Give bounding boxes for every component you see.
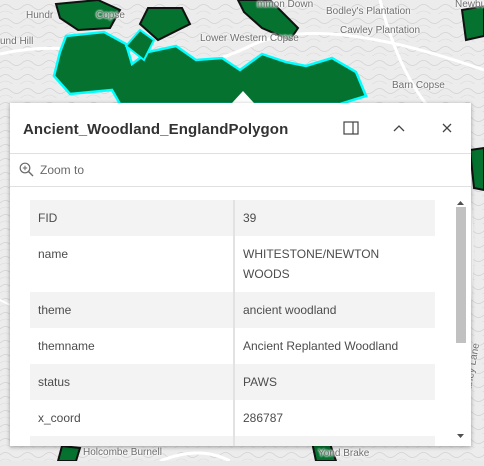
field-name: FID bbox=[30, 200, 235, 236]
table-row: y_coord 95653 bbox=[30, 436, 435, 446]
zoom-to-button[interactable]: Zoom to bbox=[19, 162, 84, 177]
field-name: theme bbox=[30, 292, 235, 328]
field-value: 286787 bbox=[243, 411, 284, 425]
map-label-bodleys-plantation: Bodley's Plantation bbox=[326, 6, 411, 17]
table-row: themname Ancient Replanted Woodland bbox=[30, 328, 435, 364]
field-name: x_coord bbox=[30, 400, 235, 436]
feature-popup: Ancient_Woodland_EnglandPolygon Zoom to … bbox=[10, 103, 471, 446]
popup-title: Ancient_Woodland_EnglandPolygon bbox=[23, 121, 289, 138]
table-row: status PAWS bbox=[30, 364, 435, 400]
attribute-table: FID 39 name WHITESTONE/NEWTON WOODS them… bbox=[30, 200, 435, 446]
map-label-newbu: Newbu bbox=[455, 0, 484, 10]
field-name: name bbox=[30, 236, 235, 292]
popup-pointer bbox=[232, 91, 254, 103]
woodland-polygon bbox=[56, 444, 82, 462]
close-icon bbox=[442, 123, 452, 133]
popup-header: Ancient_Woodland_EnglandPolygon bbox=[10, 103, 471, 153]
map-label-holcombe-burnell: Holcombe Burnell bbox=[83, 447, 162, 458]
field-name: y_coord bbox=[30, 436, 235, 446]
map-label-common-down: mmon Down bbox=[257, 0, 314, 10]
scrollbar-thumb[interactable] bbox=[456, 207, 466, 343]
scroll-up-arrow-icon bbox=[457, 201, 464, 205]
map-label-und-hill: und Hill bbox=[0, 36, 34, 47]
map-label-copse: Copse bbox=[96, 10, 125, 21]
zoom-to-label: Zoom to bbox=[40, 162, 85, 177]
collapse-icon bbox=[393, 125, 405, 132]
field-value: 95653 bbox=[234, 436, 435, 446]
zoom-in-icon bbox=[19, 162, 34, 177]
field-value: ancient woodland bbox=[234, 292, 435, 328]
field-value: 39 bbox=[234, 200, 435, 236]
popup-content: FID 39 name WHITESTONE/NEWTON WOODS them… bbox=[10, 187, 471, 446]
collapse-button[interactable] bbox=[389, 118, 409, 138]
field-value: WHITESTONE/NEWTON WOODS bbox=[243, 247, 380, 281]
field-value: PAWS bbox=[234, 364, 435, 400]
map-label-yond-brake: Yond Brake bbox=[318, 448, 370, 459]
dock-button[interactable] bbox=[341, 118, 361, 138]
popup-action-bar: Zoom to bbox=[10, 153, 471, 187]
field-value: Ancient Replanted Woodland bbox=[243, 339, 399, 353]
map-label-barn-copse: Barn Copse bbox=[392, 80, 445, 91]
map-label-cawley-plantation: Cawley Plantation bbox=[340, 25, 421, 36]
scroll-down-arrow-icon bbox=[457, 434, 464, 438]
close-button[interactable] bbox=[437, 118, 457, 138]
table-row: FID 39 bbox=[30, 200, 435, 236]
map-label-lower-western-copse: Lower Western Copse bbox=[200, 33, 299, 44]
popup-scrollbar[interactable] bbox=[454, 199, 467, 442]
table-row: theme ancient woodland bbox=[30, 292, 435, 328]
table-row: name WHITESTONE/NEWTON WOODS bbox=[30, 236, 435, 292]
table-row: x_coord 286787 bbox=[30, 400, 435, 436]
map-label-hundr: Hundr bbox=[26, 10, 54, 21]
dock-icon bbox=[343, 121, 359, 135]
woodland-polygon bbox=[460, 4, 484, 42]
field-name: themname bbox=[30, 328, 235, 364]
field-name: status bbox=[30, 364, 235, 400]
